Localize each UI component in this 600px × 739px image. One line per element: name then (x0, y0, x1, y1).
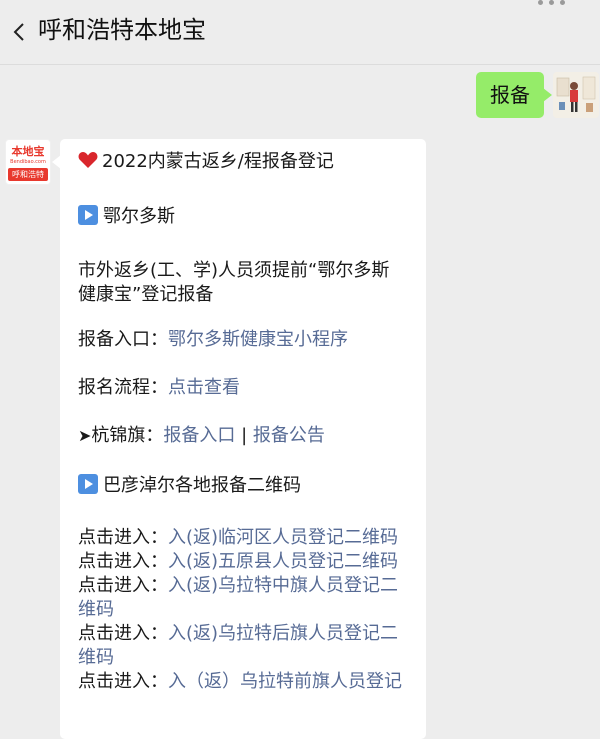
flow-row: 报名流程：点击查看 (78, 376, 240, 400)
click-label: 点击进入： (78, 551, 168, 572)
incoming-message-card: 2022内蒙古返乡/程报备登记 鄂尔多斯 市外返乡(工、学)人员须提前“鄂尔多斯… (52, 139, 426, 739)
qr-row-zhongqi-cont: 维码 (78, 598, 114, 622)
hangjin-notice-link[interactable]: 报备公告 (253, 425, 325, 446)
chat-title: 呼和浩特本地宝 (38, 16, 206, 44)
qr-row-zhongqi: 点击进入：入(返)乌拉特中旗人员登记二 (78, 574, 398, 598)
headline-row: 2022内蒙古返乡/程报备登记 (78, 150, 334, 174)
click-label: 点击进入： (78, 671, 168, 692)
section-bayannur-title: 巴彦淖尔各地报备二维码 (103, 475, 301, 496)
heart-icon (78, 152, 98, 168)
chat-header: 呼和浩特本地宝 (0, 0, 600, 65)
entry-row: 报备入口：鄂尔多斯健康宝小程序 (78, 328, 348, 352)
qr-row-linhe: 点击进入：入(返)临河区人员登记二维码 (78, 526, 398, 550)
arrowhead-icon: ➤ (78, 426, 92, 445)
official-account-avatar[interactable]: 本地宝 Bendibao.com 呼和浩特 (5, 139, 51, 185)
user-avatar[interactable] (553, 72, 599, 118)
qr-link-houqi-cont[interactable]: 维码 (78, 647, 114, 668)
section-ordos-title: 鄂尔多斯 (103, 206, 175, 227)
play-icon (78, 474, 98, 494)
flow-link[interactable]: 点击查看 (168, 377, 240, 398)
hangjin-row: ➤杭锦旗：报备入口 | 报备公告 (78, 424, 325, 448)
flow-label: 报名流程： (78, 377, 168, 398)
section-ordos: 鄂尔多斯 (78, 205, 175, 229)
hangjin-label: 杭锦旗： (91, 425, 164, 446)
outgoing-message-bubble[interactable]: 报备 (476, 72, 552, 118)
qr-link-wuyuan[interactable]: 入(返)五原县人员登记二维码 (168, 551, 398, 572)
user-avatar-image (553, 72, 599, 118)
headline: 2022内蒙古返乡/程报备登记 (102, 151, 334, 172)
click-label: 点击进入： (78, 575, 168, 596)
para1-line2: 健康宝”登记报备 (78, 284, 214, 305)
section-bayannur: 巴彦淖尔各地报备二维码 (78, 474, 301, 498)
qr-row-houqi: 点击进入：入(返)乌拉特后旗人员登记二 (78, 622, 398, 646)
hangjin-entry-link[interactable]: 报备入口 (163, 425, 235, 446)
logo-domain: Bendibao.com (10, 159, 46, 165)
more-options-icon[interactable] (538, 0, 588, 6)
entry-label: 报备入口： (78, 329, 168, 350)
qr-link-zhongqi-cont[interactable]: 维码 (78, 599, 114, 620)
entry-link[interactable]: 鄂尔多斯健康宝小程序 (168, 329, 348, 350)
click-label: 点击进入： (78, 623, 168, 644)
qr-link-houqi[interactable]: 入(返)乌拉特后旗人员登记二 (168, 623, 398, 644)
back-arrow-icon[interactable] (8, 20, 32, 44)
click-label: 点击进入： (78, 527, 168, 548)
qr-link-linhe[interactable]: 入(返)临河区人员登记二维码 (168, 527, 398, 548)
qr-link-zhongqi[interactable]: 入(返)乌拉特中旗人员登记二 (168, 575, 398, 596)
logo-city-band: 呼和浩特 (8, 168, 48, 181)
qr-row-houqi-cont: 维码 (78, 646, 114, 670)
qr-row-qianqi: 点击进入：入（返）乌拉特前旗人员登记 (78, 670, 402, 694)
qr-link-qianqi[interactable]: 入（返）乌拉特前旗人员登记 (168, 671, 402, 692)
para1-line1: 市外返乡(工、学)人员须提前“鄂尔多斯 (78, 260, 390, 281)
logo-text: 本地宝 (11, 145, 45, 158)
play-icon (78, 205, 98, 225)
qr-row-wuyuan: 点击进入：入(返)五原县人员登记二维码 (78, 550, 398, 574)
hangjin-separator: | (235, 425, 253, 446)
